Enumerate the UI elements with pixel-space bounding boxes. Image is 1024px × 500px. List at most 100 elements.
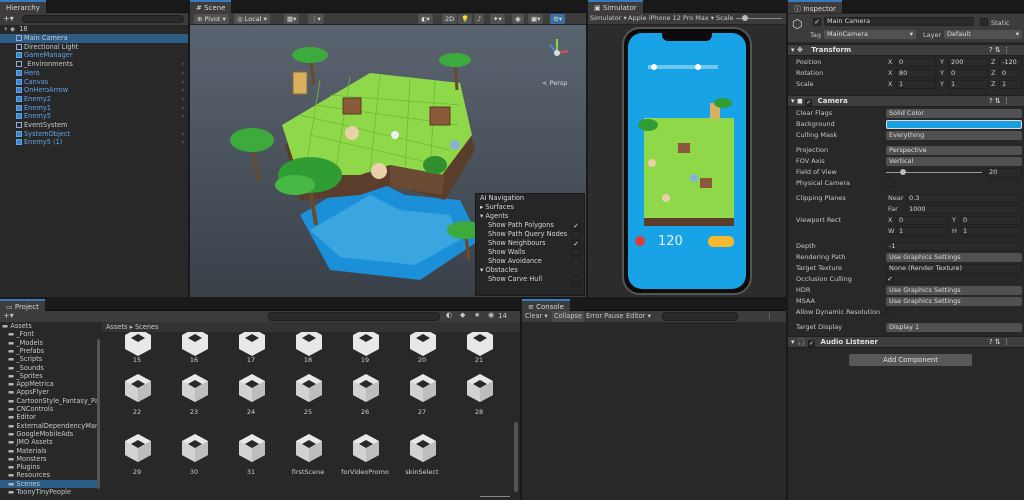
breadcrumb-assets[interactable]: Assets: [106, 323, 127, 331]
tab-console[interactable]: ≡ Console: [522, 299, 570, 311]
surfaces-header[interactable]: ▸ Surfaces: [476, 203, 584, 212]
tab-scene[interactable]: # Scene: [190, 0, 232, 13]
overlay-option-checkbox[interactable]: [572, 258, 580, 265]
folder-tree-item[interactable]: ▬ Scenes: [0, 479, 100, 488]
thumbnail-size-slider[interactable]: [480, 496, 510, 497]
scene-asset-tile[interactable]: 15: [108, 332, 166, 366]
folder-tree-item[interactable]: ▬ Editor: [0, 413, 100, 421]
gizmos-dropdown[interactable]: ⚙▾: [550, 14, 566, 24]
hierarchy-search-input[interactable]: [22, 15, 184, 23]
add-component-button[interactable]: Add Component: [849, 354, 972, 366]
tab-inspector[interactable]: ⓘ Inspector: [788, 0, 842, 13]
background-color-swatch[interactable]: [886, 120, 1022, 129]
tab-simulator[interactable]: ▣ Simulator: [588, 0, 643, 13]
hierarchy-item[interactable]: _Environments ›: [0, 60, 188, 69]
obstacles-header[interactable]: ▾ Obstacles: [476, 266, 584, 275]
clear-button[interactable]: Clear ▾: [525, 311, 548, 322]
hdr-dropdown[interactable]: Use Graphics Settings: [886, 286, 1022, 295]
editor-dropdown[interactable]: Editor ▾: [626, 311, 651, 322]
far-field[interactable]: 1000: [906, 205, 1022, 214]
clear-flags-dropdown[interactable]: Solid Color: [886, 109, 1022, 118]
filter-icon[interactable]: ◐: [446, 311, 452, 319]
active-checkbox[interactable]: ✓: [813, 18, 821, 26]
console-settings-icon[interactable]: ⋮: [766, 311, 773, 322]
scene-asset-tile[interactable]: 28: [450, 370, 508, 422]
chevron-right-icon[interactable]: ›: [181, 130, 184, 139]
hierarchy-item[interactable]: Canvas ›: [0, 78, 188, 87]
folder-tree-item[interactable]: ▬ GoogleMobileAds: [0, 430, 100, 438]
device-dropdown[interactable]: Apple iPhone 12 Pro Max ▾: [628, 14, 714, 22]
chevron-right-icon[interactable]: ›: [181, 78, 184, 87]
hierarchy-item[interactable]: Directional Light: [0, 43, 188, 52]
x-field[interactable]: 1: [896, 80, 936, 89]
scene-asset-tile[interactable]: 23: [165, 370, 223, 422]
project-add-icon[interactable]: +▾: [3, 311, 14, 320]
chevron-right-icon[interactable]: ›: [181, 112, 184, 121]
folder-tree-item[interactable]: ▬ JMO Assets: [0, 438, 100, 446]
folder-tree-item[interactable]: ▬ Materials: [0, 447, 100, 455]
scene-asset-tile[interactable]: 20: [393, 332, 451, 366]
local-dropdown[interactable]: ◎ Local ▾: [234, 14, 270, 24]
scene-camera-dropdown[interactable]: ▣▾: [528, 14, 544, 24]
folder-tree-item[interactable]: ▬ _Models: [0, 339, 100, 347]
scene-root-row[interactable]: ▾ ◈ 18: [0, 25, 188, 34]
physical-camera-checkbox[interactable]: [886, 179, 894, 187]
x-field[interactable]: 80: [896, 69, 936, 78]
camera-settings-icon[interactable]: ? ⇅ ⋮: [989, 96, 1010, 107]
dynamic-resolution-checkbox[interactable]: [886, 308, 894, 316]
rendering-path-dropdown[interactable]: Use Graphics Settings: [886, 253, 1022, 262]
transform-header[interactable]: ▾ ✥ Transform ? ⇅ ⋮: [788, 44, 1024, 56]
chevron-right-icon[interactable]: ›: [181, 138, 184, 147]
folder-tree-item[interactable]: ▬ Assets: [0, 322, 100, 330]
folder-tree-item[interactable]: ▬ _Scripts: [0, 355, 100, 363]
hierarchy-item[interactable]: EventSystem: [0, 121, 188, 130]
hidden-objects-icon[interactable]: ◉: [512, 14, 524, 24]
tab-project[interactable]: ▭ Project: [0, 299, 45, 311]
hierarchy-item[interactable]: Main Camera: [0, 34, 188, 43]
projection-dropdown[interactable]: Perspective: [886, 146, 1022, 155]
phone-screen[interactable]: 120: [628, 33, 746, 289]
camera-header[interactable]: ▾ ◼ ✓ Camera ? ⇅ ⋮: [788, 95, 1024, 107]
snap-increment-button[interactable]: ⋮▾: [308, 14, 324, 24]
add-icon[interactable]: +▾: [3, 14, 14, 23]
hierarchy-item[interactable]: Enemy5 ›: [0, 112, 188, 121]
scene-asset-tile[interactable]: 17: [222, 332, 280, 366]
transform-settings-icon[interactable]: ? ⇅ ⋮: [989, 45, 1010, 56]
target-display-dropdown[interactable]: Display 1: [886, 323, 1022, 332]
viewport-y-field[interactable]: 0: [960, 216, 1022, 225]
z-field[interactable]: -120: [999, 58, 1022, 67]
hierarchy-item[interactable]: Enemy1 ›: [0, 104, 188, 113]
agents-header[interactable]: ▾ Agents: [476, 212, 584, 221]
chevron-right-icon[interactable]: ›: [181, 60, 184, 69]
folder-tree-item[interactable]: ▬ AppsFlyer: [0, 388, 100, 396]
camera-enabled-checkbox[interactable]: ✓: [805, 99, 813, 106]
collapse-button[interactable]: Collapse: [552, 311, 585, 322]
hierarchy-item[interactable]: OnHeroArrow ›: [0, 86, 188, 95]
simulator-mode-dropdown[interactable]: Simulator ▾: [590, 14, 627, 22]
console-search-input[interactable]: [662, 312, 738, 321]
pivot-dropdown[interactable]: ⊕ Pivot ▾: [194, 14, 229, 24]
persp-label[interactable]: < Persp: [542, 79, 567, 87]
static-checkbox[interactable]: [980, 18, 988, 26]
error-pause-button[interactable]: Error Pause: [586, 311, 624, 322]
scene-asset-tile[interactable]: skinSelect: [393, 430, 451, 482]
audio-listener-settings-icon[interactable]: ? ⇅ ⋮: [989, 337, 1010, 348]
audio-listener-checkbox[interactable]: ✓: [808, 340, 816, 347]
grid-snap-button[interactable]: ▦▾: [284, 14, 300, 24]
scale-slider-handle[interactable]: [742, 15, 748, 21]
chevron-right-icon[interactable]: ›: [181, 95, 184, 104]
scene-asset-tile[interactable]: 29: [108, 430, 166, 482]
overlay-option-checkbox[interactable]: [572, 249, 580, 256]
msaa-dropdown[interactable]: Use Graphics Settings: [886, 297, 1022, 306]
scene-asset-tile[interactable]: forVideoPromo: [336, 430, 394, 482]
folder-tree-item[interactable]: ▬ _Sprites: [0, 372, 100, 380]
y-field[interactable]: 0: [948, 69, 988, 78]
folder-tree-item[interactable]: ▬ Resources: [0, 471, 100, 479]
z-field[interactable]: 0: [999, 69, 1022, 78]
fov-axis-dropdown[interactable]: Vertical: [886, 157, 1022, 166]
folder-tree-item[interactable]: ▬ _Font: [0, 330, 100, 338]
scene-asset-tile[interactable]: 16: [165, 332, 223, 366]
tag-dropdown[interactable]: MainCamera ▾: [824, 30, 916, 39]
scene-asset-tile[interactable]: 24: [222, 370, 280, 422]
folder-tree-item[interactable]: ▬ CNControls: [0, 405, 100, 413]
